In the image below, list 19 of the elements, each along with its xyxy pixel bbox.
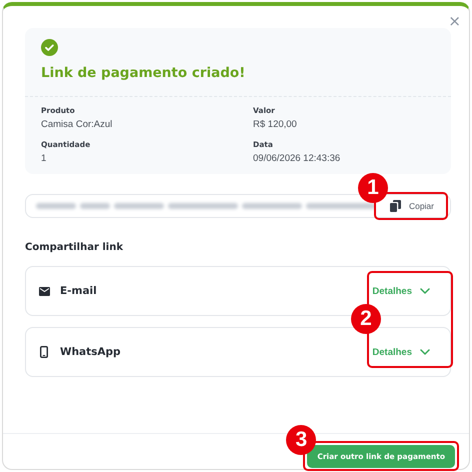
share-option-label: WhatsApp: [60, 346, 122, 358]
success-title: Link de pagamento criado!: [41, 65, 246, 81]
chevron-icon: [420, 288, 430, 294]
step-number-badge: 2: [351, 304, 381, 334]
section-heading: Compartilhar link: [25, 242, 124, 253]
details-toggle[interactable]: Detalhes: [372, 346, 430, 358]
envelope-icon: [38, 286, 50, 296]
close-button[interactable]: ×: [446, 11, 463, 31]
share-option-label: E-mail: [60, 285, 98, 297]
chevron-icon: [420, 349, 430, 355]
field-value: R$ 120,00: [253, 119, 298, 130]
success-check-icon: [41, 39, 58, 56]
field-value: 1: [41, 153, 48, 164]
phone-icon: [40, 346, 48, 358]
share-option-card[interactable]: WhatsApp Detalhes: [25, 327, 451, 377]
field-value: Camisa Cor:Azul: [41, 119, 114, 130]
field-value: 09/06/2026 12:43:36: [253, 153, 342, 164]
details-toggle[interactable]: Detalhes: [372, 286, 430, 296]
step-number-badge: 3: [286, 425, 316, 455]
